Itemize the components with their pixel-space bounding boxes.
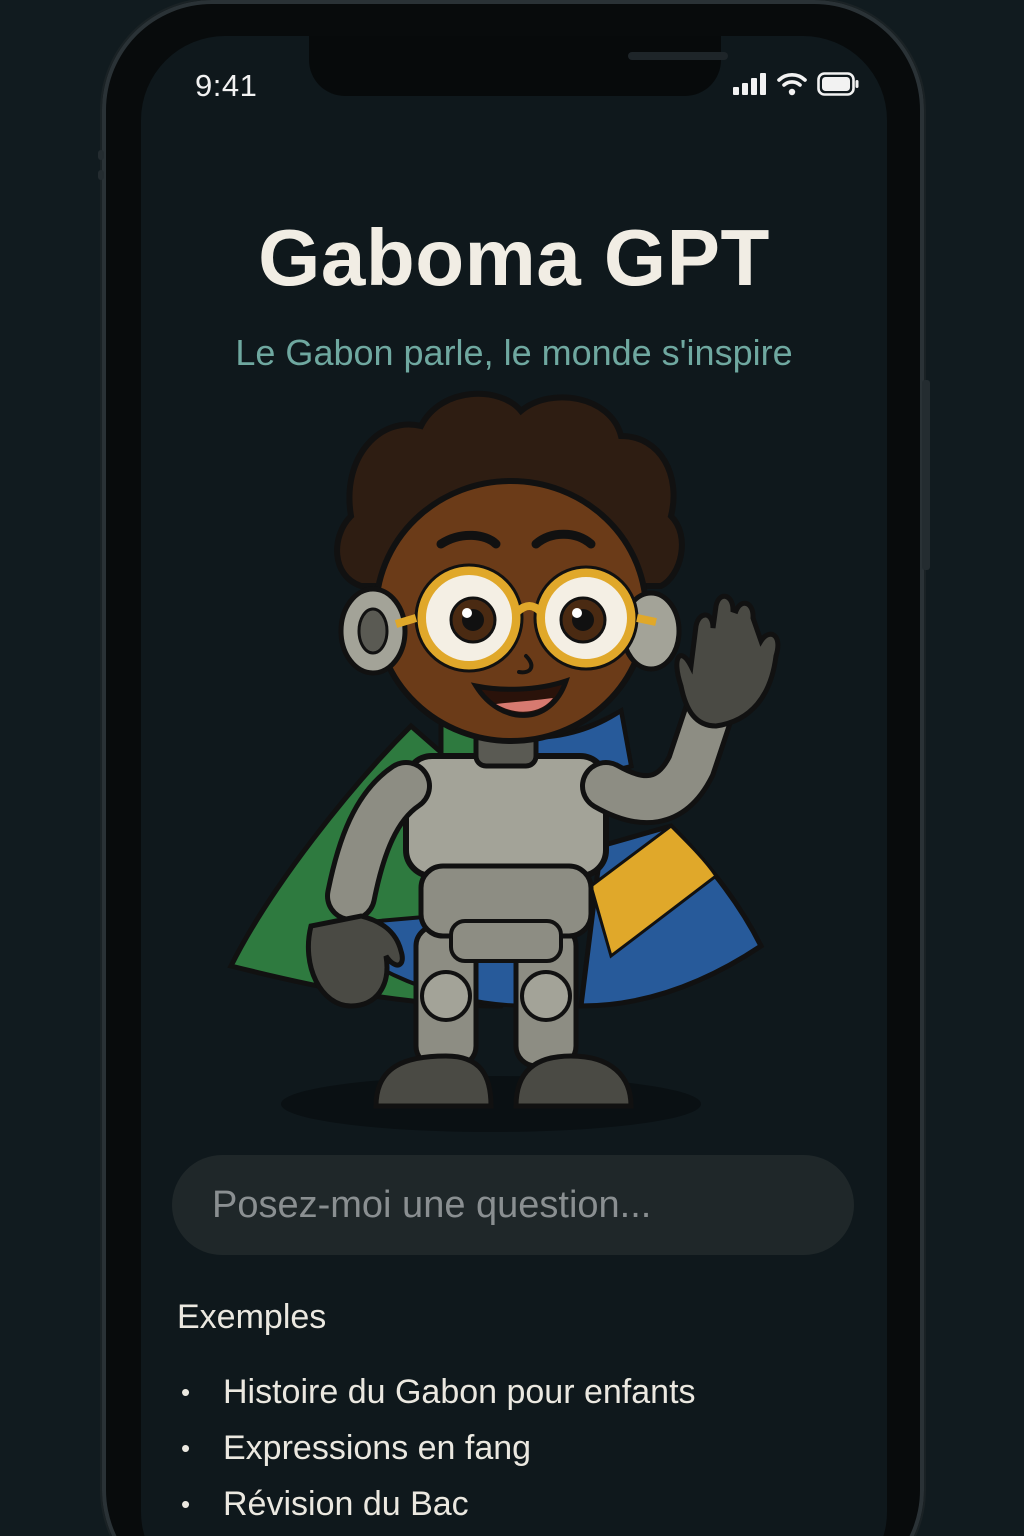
status-icons <box>733 72 859 100</box>
signal-icon <box>733 73 767 99</box>
example-label: Révision du Bac <box>223 1484 469 1523</box>
stage: 9:41 Gaboma GPT Le Gabon parle, le monde… <box>0 0 1024 1536</box>
question-input[interactable] <box>172 1155 854 1255</box>
example-item-expressions[interactable]: • Expressions en fang <box>177 1420 696 1476</box>
bullet-icon: • <box>181 1432 191 1463</box>
examples-list: • Histoire du Gabon pour enfants • Expre… <box>177 1364 696 1532</box>
bullet-icon: • <box>181 1376 191 1407</box>
robot-mascot-illustration <box>227 390 781 1132</box>
status-time: 9:41 <box>195 68 258 103</box>
wifi-icon <box>777 72 807 100</box>
example-item-histoire[interactable]: • Histoire du Gabon pour enfants <box>177 1364 696 1420</box>
robot-torso <box>403 753 609 963</box>
example-item-revision[interactable]: • Révision du Bac <box>177 1476 696 1532</box>
bullet-icon: • <box>181 1488 191 1519</box>
example-label: Histoire du Gabon pour enfants <box>223 1372 696 1411</box>
app-title: Gaboma GPT <box>258 213 770 302</box>
side-button <box>98 170 104 180</box>
power-button <box>922 380 930 570</box>
notch <box>309 36 728 96</box>
mascot-head <box>334 390 685 744</box>
examples-heading: Exemples <box>177 1298 327 1336</box>
example-label: Expressions en fang <box>223 1428 532 1467</box>
speaker <box>628 52 728 60</box>
phone-screen: 9:41 Gaboma GPT Le Gabon parle, le monde… <box>141 36 887 1536</box>
side-button <box>98 150 104 160</box>
battery-icon <box>817 72 859 100</box>
